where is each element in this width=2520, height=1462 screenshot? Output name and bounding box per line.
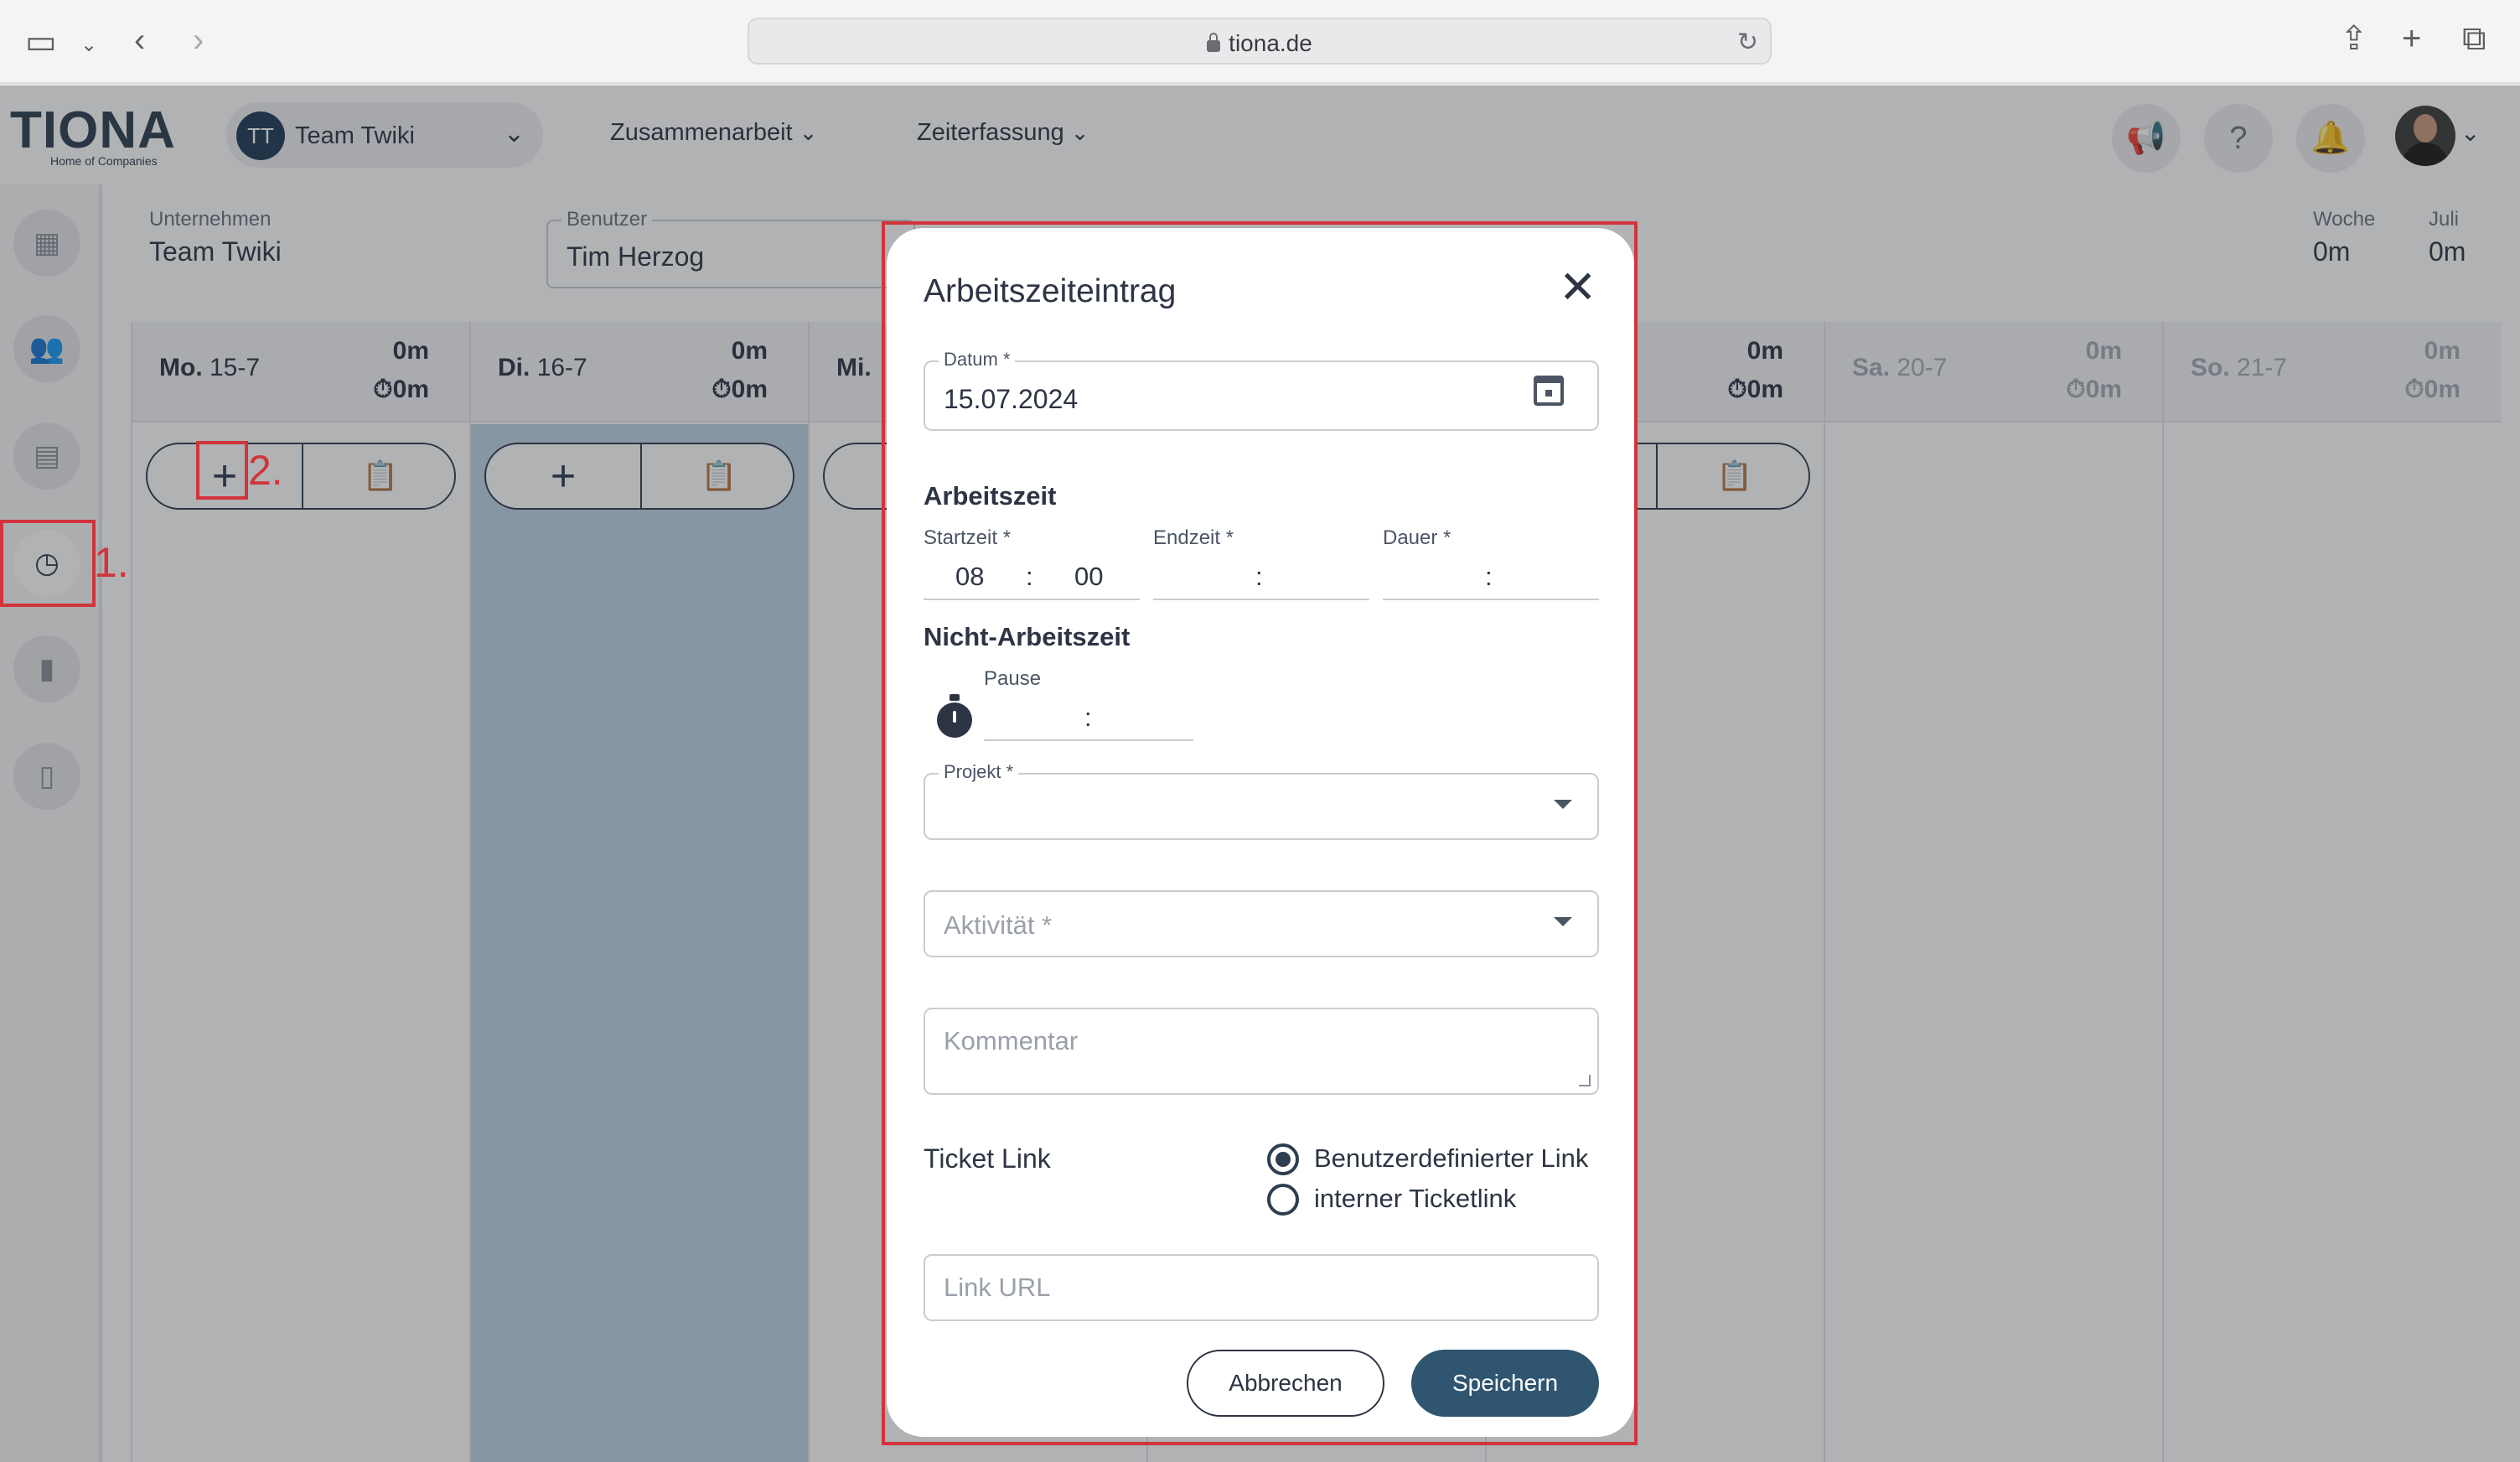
activity-placeholder: Aktivität * <box>944 910 1053 940</box>
start-underline <box>924 599 1140 600</box>
annotation-step2: 2. <box>248 447 283 494</box>
end-label: Endzeit * <box>1153 526 1234 549</box>
pause-label: Pause <box>984 667 1042 690</box>
date-label: Datum * <box>939 349 1016 371</box>
resize-grip-icon[interactable] <box>1579 1075 1591 1086</box>
nonwork-section-heading: Nicht-Arbeitszeit <box>924 622 1131 651</box>
duration-label: Dauer * <box>1383 526 1451 549</box>
activity-select[interactable]: Aktivität * <box>924 890 1599 957</box>
work-section-heading: Arbeitszeit <box>924 481 1057 511</box>
stopwatch-icon <box>937 694 972 738</box>
comment-textarea[interactable]: Kommentar <box>924 1008 1599 1095</box>
caret-down-icon <box>1554 917 1572 926</box>
ticket-link-label: Ticket Link <box>924 1143 1051 1174</box>
end-time-input[interactable] <box>1153 599 1369 600</box>
radio-custom-link-label[interactable]: Benutzerdefinierter Link <box>1314 1143 1588 1174</box>
start-hour-input[interactable]: 08 <box>955 562 984 592</box>
link-url-placeholder: Link URL <box>944 1273 1051 1302</box>
lock-icon <box>1207 33 1221 52</box>
link-url-input[interactable]: Link URL <box>924 1254 1599 1321</box>
reload-icon[interactable]: ↻ <box>1737 28 1758 57</box>
browser-toolbar: ▭ ⌄ ‹ › tiona.de ↻ ⇪ + ⧉ <box>0 0 2520 84</box>
pause-input[interactable] <box>984 739 1193 741</box>
date-value: 15.07.2024 <box>944 384 1079 414</box>
project-select[interactable]: Projekt * <box>924 761 1599 840</box>
time-separator: : <box>1084 702 1092 732</box>
forward-icon[interactable]: › <box>193 23 204 57</box>
radio-custom-link[interactable] <box>1267 1143 1299 1175</box>
save-button[interactable]: Speichern <box>1411 1350 1599 1417</box>
back-icon[interactable]: ‹ <box>134 23 145 57</box>
duration-input[interactable] <box>1383 599 1599 600</box>
time-separator: : <box>1026 562 1033 591</box>
time-separator: : <box>1485 562 1493 591</box>
cancel-button[interactable]: Abbrechen <box>1187 1350 1384 1417</box>
radio-internal-ticket[interactable] <box>1267 1184 1299 1216</box>
work-time-entry-dialog: Arbeitszeiteintrag ✕ Datum * 15.07.2024 … <box>887 228 1634 1437</box>
new-tab-icon[interactable]: + <box>2402 22 2421 55</box>
dialog-title: Arbeitszeiteintrag <box>924 273 1177 309</box>
project-label: Projekt * <box>939 761 1019 783</box>
annotation-step1: 1. <box>94 539 129 586</box>
radio-internal-ticket-label[interactable]: interner Ticketlink <box>1314 1184 1516 1214</box>
annotation-box-step2 <box>196 441 248 500</box>
time-separator: : <box>1255 562 1263 591</box>
caret-down-icon <box>1554 800 1572 809</box>
start-minute-input[interactable]: 00 <box>1074 562 1103 592</box>
address-bar[interactable]: tiona.de ↻ <box>748 18 1772 65</box>
chevron-down-icon[interactable]: ⌄ <box>80 29 97 62</box>
tabs-overview-icon[interactable]: ⧉ <box>2462 22 2486 55</box>
date-field[interactable]: Datum * 15.07.2024 <box>924 349 1599 431</box>
start-label: Startzeit * <box>924 526 1012 549</box>
calendar-icon[interactable] <box>1534 376 1564 406</box>
comment-placeholder: Kommentar <box>944 1026 1079 1055</box>
url-text: tiona.de <box>1229 30 1312 56</box>
annotation-box-step1 <box>0 520 96 607</box>
sidebar-toggle-icon[interactable]: ▭ <box>25 25 57 59</box>
share-icon[interactable]: ⇪ <box>2340 22 2368 55</box>
close-icon[interactable]: ✕ <box>1559 265 1596 310</box>
